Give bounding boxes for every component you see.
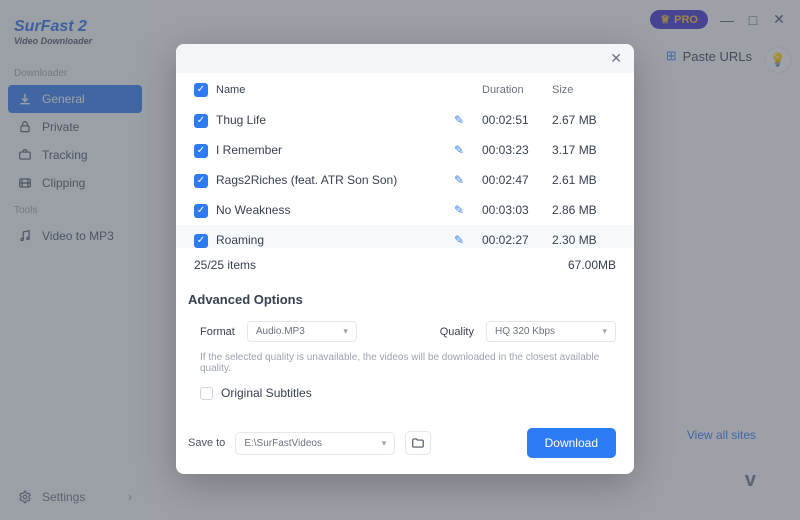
- edit-icon[interactable]: ✎: [454, 233, 464, 247]
- quality-note: If the selected quality is unavailable, …: [176, 352, 634, 386]
- edit-icon[interactable]: ✎: [454, 203, 464, 217]
- modal-close-button[interactable]: ✕: [610, 50, 622, 67]
- format-label: Format: [200, 326, 235, 338]
- row-checkbox[interactable]: ✓: [194, 114, 208, 128]
- modal-header: ✕: [176, 44, 634, 73]
- table-row[interactable]: ✓ Rags2Riches (feat. ATR Son Son) ✎ 00:0…: [176, 165, 634, 195]
- select-all-checkbox[interactable]: ✓: [194, 83, 208, 97]
- total-size: 67.00MB: [568, 258, 616, 272]
- modal-footer: Save to E:\SurFastVideos ▾ Download: [176, 416, 634, 474]
- edit-icon[interactable]: ✎: [454, 173, 464, 187]
- table-row[interactable]: ✓ No Weakness ✎ 00:03:03 2.86 MB: [176, 195, 634, 225]
- edit-icon[interactable]: ✎: [454, 113, 464, 127]
- row-checkbox[interactable]: ✓: [194, 174, 208, 188]
- folder-icon: [411, 436, 425, 450]
- chevron-down-icon: ▾: [382, 438, 387, 449]
- browse-folder-button[interactable]: [405, 431, 431, 455]
- items-count: 25/25 items: [194, 258, 256, 272]
- col-duration: Duration: [482, 84, 552, 96]
- save-to-label: Save to: [188, 437, 225, 449]
- edit-icon[interactable]: ✎: [454, 143, 464, 157]
- row-checkbox[interactable]: ✓: [194, 234, 208, 248]
- save-path-select[interactable]: E:\SurFastVideos ▾: [235, 432, 395, 455]
- subtitles-checkbox[interactable]: [200, 387, 213, 400]
- totals-row: 25/25 items 67.00MB: [176, 248, 634, 286]
- table-body: ✓ Thug Life ✎ 00:02:51 2.67 MB ✓ I Remem…: [176, 105, 634, 248]
- quality-select[interactable]: HQ 320 Kbps ▾: [486, 321, 616, 342]
- subtitles-option[interactable]: Original Subtitles: [176, 386, 634, 416]
- format-select[interactable]: Audio.MP3 ▾: [247, 321, 357, 342]
- format-quality-row: Format Audio.MP3 ▾ Quality HQ 320 Kbps ▾: [176, 317, 634, 352]
- table-row[interactable]: ✓ I Remember ✎ 00:03:23 3.17 MB: [176, 135, 634, 165]
- advanced-options-heading: Advanced Options: [176, 286, 634, 317]
- row-checkbox[interactable]: ✓: [194, 144, 208, 158]
- download-modal: ✕ ✓ Name Duration Size ✓ Thug Life ✎ 00:…: [176, 44, 634, 474]
- chevron-down-icon: ▾: [343, 326, 348, 337]
- download-button[interactable]: Download: [527, 428, 616, 458]
- col-name: Name: [216, 84, 454, 96]
- quality-label: Quality: [440, 326, 474, 338]
- table-row[interactable]: ✓ Roaming ✎ 00:02:27 2.30 MB: [176, 225, 634, 248]
- table-row[interactable]: ✓ Thug Life ✎ 00:02:51 2.67 MB: [176, 105, 634, 135]
- chevron-down-icon: ▾: [602, 326, 607, 337]
- col-size: Size: [552, 84, 616, 96]
- table-header: ✓ Name Duration Size: [176, 73, 634, 105]
- row-checkbox[interactable]: ✓: [194, 204, 208, 218]
